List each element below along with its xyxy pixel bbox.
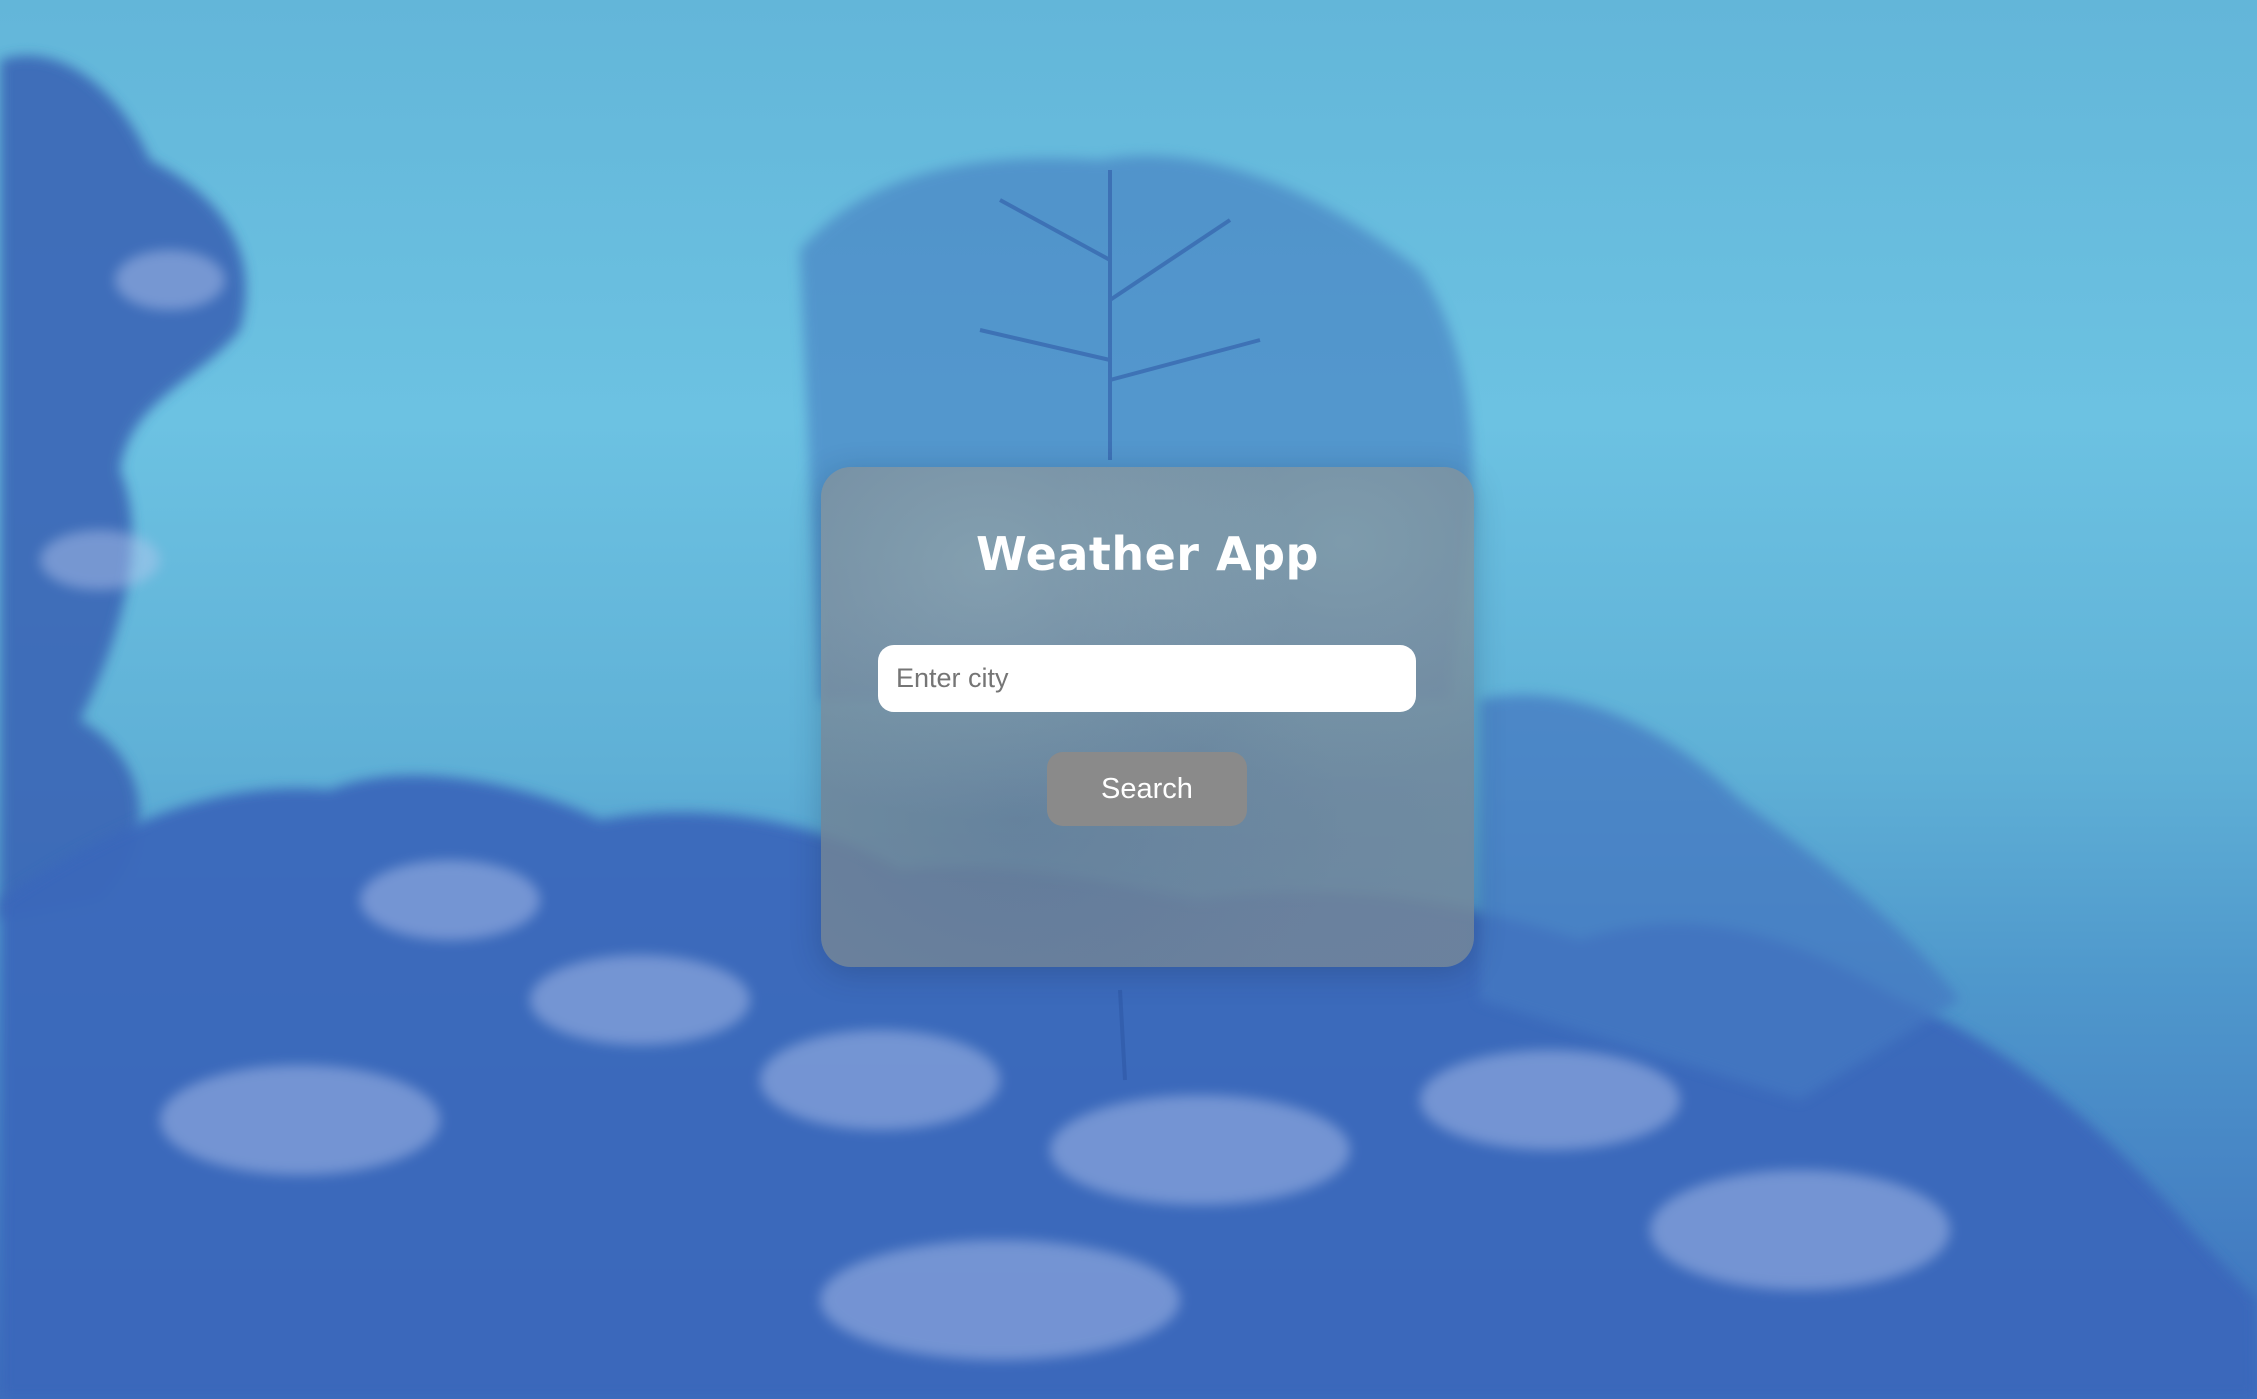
search-button[interactable]: Search — [1047, 752, 1247, 826]
app-title: Weather App — [976, 527, 1319, 581]
weather-search-card: Weather App Search — [821, 467, 1474, 967]
city-search-input[interactable] — [878, 645, 1416, 712]
